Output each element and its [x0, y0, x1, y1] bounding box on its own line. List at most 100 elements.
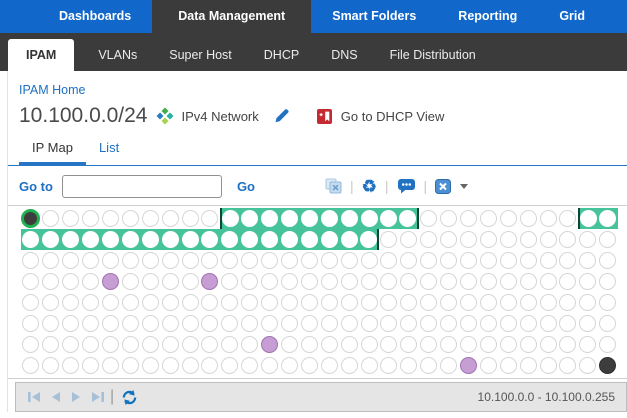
ip-cell[interactable]: [240, 271, 260, 292]
ip-cell[interactable]: [81, 334, 101, 355]
ip-cell[interactable]: [140, 208, 160, 229]
ip-cell[interactable]: [359, 355, 379, 376]
ip-cell[interactable]: [498, 229, 518, 250]
goto-input[interactable]: [62, 175, 222, 198]
ip-cell[interactable]: [319, 292, 339, 313]
ip-cell[interactable]: [260, 292, 280, 313]
ip-cell[interactable]: [478, 250, 498, 271]
ip-cell[interactable]: [220, 292, 240, 313]
last-page-icon[interactable]: [91, 391, 105, 403]
ip-cell[interactable]: [299, 229, 319, 250]
nav-item-smart-folders[interactable]: Smart Folders: [311, 0, 437, 33]
ip-cell[interactable]: [319, 355, 339, 376]
ip-cell[interactable]: [459, 208, 479, 229]
subnav-tab-file-distribution[interactable]: File Distribution: [374, 39, 492, 71]
ip-cell[interactable]: [280, 250, 300, 271]
ip-cell[interactable]: [41, 292, 61, 313]
recycle-icon[interactable]: ♻: [362, 178, 377, 195]
ip-cell[interactable]: [319, 313, 339, 334]
ip-cell[interactable]: [41, 313, 61, 334]
ip-cell[interactable]: [578, 271, 598, 292]
ip-cell[interactable]: [359, 292, 379, 313]
nav-item-administration[interactable]: Administration: [606, 0, 627, 33]
ip-cell[interactable]: [359, 271, 379, 292]
ip-cell[interactable]: [260, 334, 280, 355]
ip-cell[interactable]: [180, 292, 200, 313]
ip-cell[interactable]: [498, 250, 518, 271]
ip-cell[interactable]: [538, 250, 558, 271]
ip-cell[interactable]: [359, 334, 379, 355]
ip-cell[interactable]: [339, 334, 359, 355]
ip-cell[interactable]: [21, 355, 41, 376]
ip-cell[interactable]: [120, 250, 140, 271]
ip-cell[interactable]: [220, 229, 240, 250]
ip-cell[interactable]: [598, 334, 618, 355]
ip-cell[interactable]: [399, 334, 419, 355]
ip-cell[interactable]: [399, 355, 419, 376]
ip-cell[interactable]: [200, 208, 220, 229]
ip-cell[interactable]: [359, 250, 379, 271]
ip-cell[interactable]: [120, 313, 140, 334]
ip-cell[interactable]: [280, 271, 300, 292]
ip-cell[interactable]: [459, 334, 479, 355]
ip-cell[interactable]: [339, 292, 359, 313]
ip-cell[interactable]: [280, 355, 300, 376]
ip-cell[interactable]: [61, 229, 81, 250]
ip-cell[interactable]: [399, 292, 419, 313]
ip-cell[interactable]: [518, 229, 538, 250]
subnav-tab-ipam[interactable]: IPAM: [8, 39, 74, 71]
ip-cell[interactable]: [439, 208, 459, 229]
ip-cell[interactable]: [319, 229, 339, 250]
ip-cell[interactable]: [319, 334, 339, 355]
ip-cell[interactable]: [419, 229, 439, 250]
ip-cell[interactable]: [240, 355, 260, 376]
ip-cell[interactable]: [538, 292, 558, 313]
ip-cell[interactable]: [359, 208, 379, 229]
ip-cell[interactable]: [419, 334, 439, 355]
ip-cell[interactable]: [518, 355, 538, 376]
ip-cell[interactable]: [101, 208, 121, 229]
ip-cell[interactable]: [200, 355, 220, 376]
ip-cell[interactable]: [478, 271, 498, 292]
ip-cell[interactable]: [140, 292, 160, 313]
ip-cell[interactable]: [339, 355, 359, 376]
ip-cell[interactable]: [180, 208, 200, 229]
ip-cell[interactable]: [180, 334, 200, 355]
ip-cell[interactable]: [101, 292, 121, 313]
ip-cell[interactable]: [598, 208, 618, 229]
ip-cell[interactable]: [61, 292, 81, 313]
ip-cell[interactable]: [538, 334, 558, 355]
ip-cell[interactable]: [598, 292, 618, 313]
ip-cell[interactable]: [220, 334, 240, 355]
ip-cell[interactable]: [160, 334, 180, 355]
ip-cell[interactable]: [319, 208, 339, 229]
ip-cell[interactable]: [299, 271, 319, 292]
ip-cell[interactable]: [61, 271, 81, 292]
ip-cell[interactable]: [439, 271, 459, 292]
ip-cell[interactable]: [21, 250, 41, 271]
clear-button-icon[interactable]: [435, 179, 451, 194]
ip-cell[interactable]: [180, 313, 200, 334]
ip-cell[interactable]: [538, 208, 558, 229]
pencil-edit-icon[interactable]: [273, 108, 291, 124]
ip-cell[interactable]: [140, 313, 160, 334]
ip-cell[interactable]: [280, 292, 300, 313]
ip-cell[interactable]: [439, 334, 459, 355]
ip-cell[interactable]: [558, 208, 578, 229]
breadcrumb-link-ipam-home[interactable]: IPAM Home: [19, 83, 85, 97]
ip-cell[interactable]: [379, 229, 399, 250]
ip-cell[interactable]: [339, 250, 359, 271]
ip-cell[interactable]: [439, 313, 459, 334]
ip-cell[interactable]: [538, 271, 558, 292]
ip-cell[interactable]: [498, 271, 518, 292]
ip-cell[interactable]: [41, 334, 61, 355]
ip-cell[interactable]: [319, 250, 339, 271]
ip-cell[interactable]: [379, 250, 399, 271]
ip-cell[interactable]: [578, 250, 598, 271]
ip-cell[interactable]: [120, 229, 140, 250]
ip-cell[interactable]: [558, 355, 578, 376]
ip-cell[interactable]: [558, 334, 578, 355]
tab-ip-map[interactable]: IP Map: [19, 134, 86, 166]
ip-cell[interactable]: [419, 271, 439, 292]
ip-cell[interactable]: [160, 355, 180, 376]
